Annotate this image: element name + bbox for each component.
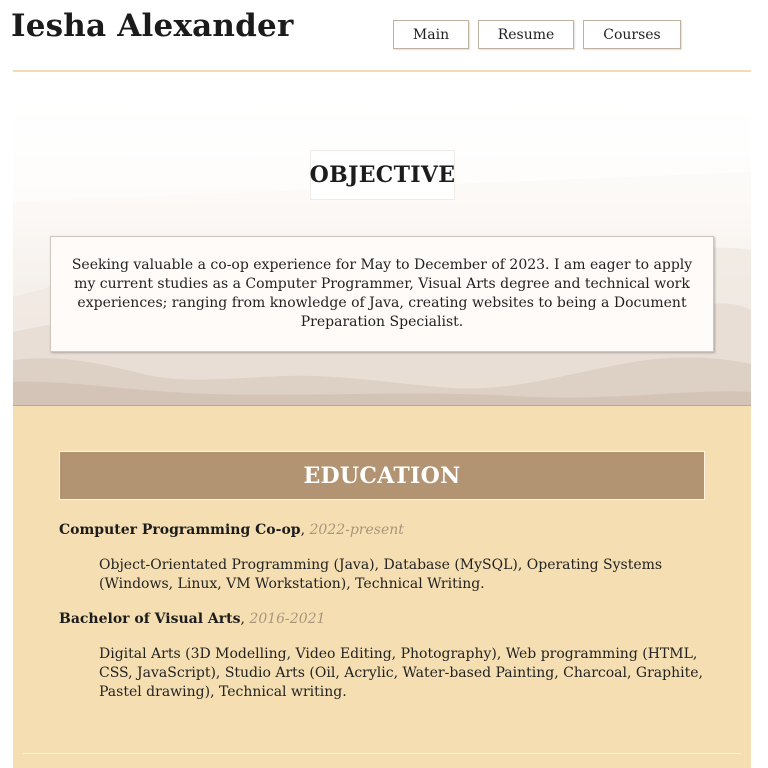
degree-description: Object-Orientated Programming (Java), Da…: [99, 557, 663, 592]
nav-resume-button[interactable]: Resume: [478, 20, 574, 49]
education-entry-header: Bachelor of Visual Arts, 2016-2021: [59, 611, 326, 627]
degree-years: 2016-2021: [249, 611, 326, 627]
education-section: EDUCATION Computer Programming Co-op, 20…: [13, 406, 751, 768]
degree-years: 2022-present: [309, 522, 404, 538]
education-entry: Bachelor of Visual Arts, 2016-2021 Digit…: [59, 610, 719, 702]
site-title: Iesha Alexander: [11, 8, 294, 44]
nav-courses-button[interactable]: Courses: [583, 20, 681, 49]
degree-title: Bachelor of Visual Arts: [59, 611, 241, 627]
education-entry: Computer Programming Co-op, 2022-present…: [59, 521, 719, 594]
education-heading: EDUCATION: [59, 451, 705, 500]
nav-main-button[interactable]: Main: [393, 20, 469, 49]
degree-title: Computer Programming Co-op: [59, 522, 301, 538]
degree-description: Digital Arts (3D Modelling, Video Editin…: [99, 646, 703, 700]
objective-text: Seeking valuable a co-op experience for …: [50, 236, 714, 352]
header-divider: [13, 70, 751, 72]
education-entry-header: Computer Programming Co-op, 2022-present: [59, 522, 404, 538]
section-divider: [23, 753, 741, 754]
objective-section: OBJECTIVE Seeking valuable a co-op exper…: [13, 92, 751, 406]
objective-heading: OBJECTIVE: [310, 150, 455, 200]
